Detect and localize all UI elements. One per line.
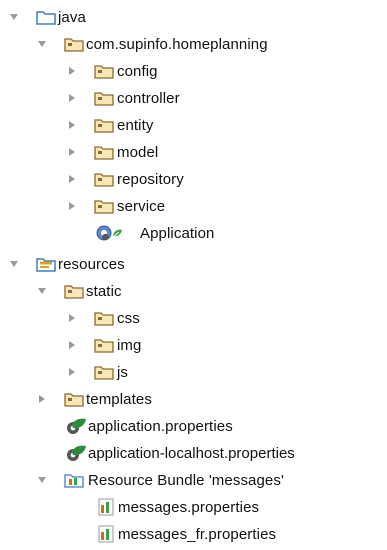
- tree-item-java[interactable]: java: [0, 6, 387, 30]
- tree-item-label: java: [58, 9, 86, 26]
- chevron-right-icon[interactable]: [66, 92, 78, 104]
- package-folder-icon: [94, 146, 114, 160]
- tree-item-label: resources: [58, 256, 125, 273]
- chevron-right-icon[interactable]: [66, 312, 78, 324]
- chevron-right-icon[interactable]: [66, 65, 78, 77]
- chevron-right-icon[interactable]: [66, 119, 78, 131]
- package-folder-icon: [94, 173, 114, 187]
- chevron-down-icon[interactable]: [8, 11, 20, 23]
- tree-item-label: js: [117, 364, 129, 381]
- package-folder-icon: [94, 65, 114, 79]
- chevron-down-icon[interactable]: [8, 258, 20, 270]
- tree-item-label: model: [117, 144, 159, 161]
- package-folder-icon: [64, 38, 84, 52]
- package-folder-icon: [94, 119, 114, 133]
- tree-item-label: templates: [86, 391, 152, 408]
- tree-item-label: repository: [117, 171, 184, 188]
- chevron-right-icon[interactable]: [36, 393, 48, 405]
- tree-item-config[interactable]: config: [0, 60, 387, 84]
- tree-item-resources[interactable]: resources: [0, 253, 387, 277]
- tree-item-resource-bundle[interactable]: Resource Bundle 'messages': [0, 469, 387, 493]
- tree-item-label: img: [117, 337, 142, 354]
- package-folder-icon: [64, 393, 84, 407]
- project-tree: java com.supinfo.homeplanning config con…: [0, 0, 387, 550]
- tree-item-label: css: [117, 310, 140, 327]
- chevron-down-icon[interactable]: [36, 474, 48, 486]
- spring-properties-icon: [67, 418, 86, 434]
- tree-item-repository[interactable]: repository: [0, 168, 387, 192]
- tree-item-label: application-localhost.properties: [88, 445, 295, 462]
- tree-item-label: entity: [117, 117, 154, 134]
- tree-item-entity[interactable]: entity: [0, 114, 387, 138]
- spring-properties-icon: [67, 445, 86, 461]
- tree-item-label: Application: [140, 225, 215, 242]
- tree-item-messages-properties[interactable]: messages.properties: [0, 496, 387, 520]
- tree-item-label: controller: [117, 90, 180, 107]
- tree-item-label: Resource Bundle 'messages': [88, 472, 284, 489]
- properties-file-icon: [98, 525, 114, 543]
- chevron-right-icon[interactable]: [66, 366, 78, 378]
- package-folder-icon: [64, 285, 84, 299]
- resources-folder-icon: [36, 258, 56, 272]
- chevron-right-icon[interactable]: [66, 173, 78, 185]
- properties-file-icon: [98, 498, 114, 516]
- tree-item-model[interactable]: model: [0, 141, 387, 165]
- tree-item-controller[interactable]: controller: [0, 87, 387, 111]
- chevron-right-icon[interactable]: [66, 146, 78, 158]
- tree-item-templates[interactable]: templates: [0, 388, 387, 412]
- tree-item-label: messages.properties: [118, 499, 260, 516]
- chevron-right-icon[interactable]: [66, 339, 78, 351]
- tree-item-messages-fr-properties[interactable]: messages_fr.properties: [0, 523, 387, 547]
- chevron-down-icon[interactable]: [36, 38, 48, 50]
- tree-item-js[interactable]: js: [0, 361, 387, 385]
- spring-boot-class-icon: [96, 225, 122, 241]
- resource-bundle-icon: [64, 474, 84, 488]
- package-folder-icon: [94, 92, 114, 106]
- tree-item-application-properties[interactable]: application.properties: [0, 415, 387, 439]
- tree-item-label: messages_fr.properties: [118, 526, 277, 543]
- tree-item-label: service: [117, 198, 166, 215]
- chevron-down-icon[interactable]: [36, 285, 48, 297]
- tree-item-label: config: [117, 63, 158, 80]
- package-folder-icon: [94, 339, 114, 353]
- tree-item-package[interactable]: com.supinfo.homeplanning: [0, 33, 387, 57]
- tree-item-label: static: [86, 283, 122, 300]
- tree-item-static[interactable]: static: [0, 280, 387, 304]
- tree-item-img[interactable]: img: [0, 334, 387, 358]
- package-folder-icon: [94, 312, 114, 326]
- tree-item-service[interactable]: service: [0, 195, 387, 219]
- chevron-right-icon[interactable]: [66, 200, 78, 212]
- package-folder-icon: [94, 200, 114, 214]
- tree-item-label: com.supinfo.homeplanning: [86, 36, 268, 53]
- folder-icon: [36, 11, 56, 25]
- tree-item-css[interactable]: css: [0, 307, 387, 331]
- tree-item-label: application.properties: [88, 418, 233, 435]
- tree-item-application-localhost-properties[interactable]: application-localhost.properties: [0, 442, 387, 466]
- tree-item-application[interactable]: Application: [0, 222, 387, 246]
- package-folder-icon: [94, 366, 114, 380]
